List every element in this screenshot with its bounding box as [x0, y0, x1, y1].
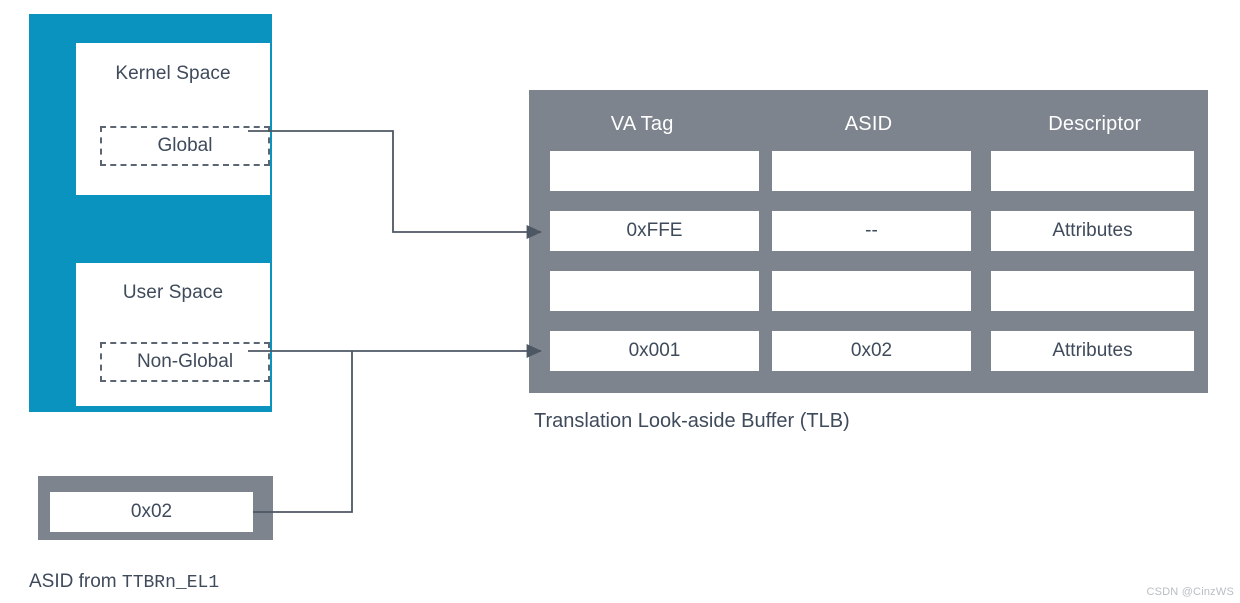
tlb-column-header-va-tag: VA Tag	[610, 113, 674, 135]
tlb-cell-descriptor	[991, 271, 1194, 311]
asid-caption-prefix: ASID from	[29, 571, 122, 592]
kernel-space-box: Kernel Space Global	[76, 43, 270, 195]
user-space-label: User Space	[122, 282, 224, 303]
kernel-space-label: Kernel Space	[115, 63, 231, 84]
diagram-canvas: Kernel Space Global User Space Non-Globa…	[0, 0, 1240, 603]
tlb-cell-asid: 0x02	[772, 331, 971, 371]
tlb-header-row: VA Tag ASID Descriptor	[529, 90, 1208, 151]
tlb-cell-descriptor: Attributes	[991, 211, 1194, 251]
tlb-cell-asid	[772, 271, 971, 311]
tlb-caption: Translation Look-aside Buffer (TLB)	[534, 410, 850, 432]
tlb-cell-asid: --	[772, 211, 971, 251]
asid-register-value: 0x02	[50, 492, 253, 532]
table-row	[529, 151, 1208, 191]
tlb-column-header-descriptor: Descriptor	[1048, 113, 1142, 135]
non-global-tag-box: Non-Global	[100, 342, 270, 382]
user-space-box: User Space Non-Global	[76, 263, 270, 406]
table-row: 0x001 0x02 Attributes	[529, 331, 1208, 371]
memory-space-block: Kernel Space Global User Space Non-Globa…	[29, 14, 272, 412]
tlb-cell-va-tag	[550, 151, 759, 191]
asid-register-caption: ASID from TTBRn_EL1	[29, 571, 219, 593]
tlb-cell-descriptor: Attributes	[991, 331, 1194, 371]
table-row	[529, 271, 1208, 311]
tlb-column-header-asid: ASID	[844, 113, 893, 135]
tlb-cell-descriptor	[991, 151, 1194, 191]
global-to-tlb-connector	[248, 130, 542, 240]
tlb-cell-va-tag: 0x001	[550, 331, 759, 371]
tlb-cell-va-tag: 0xFFE	[550, 211, 759, 251]
tlb-cell-va-tag	[550, 271, 759, 311]
table-row: 0xFFE -- Attributes	[529, 211, 1208, 251]
global-tag-box: Global	[100, 126, 270, 166]
global-tag-label: Global	[157, 135, 213, 156]
non-global-tag-label: Non-Global	[136, 351, 234, 372]
asid-caption-register-name: TTBRn_EL1	[121, 573, 220, 593]
tlb-cell-asid	[772, 151, 971, 191]
tlb-table: VA Tag ASID Descriptor 0xFFE -- Attribut…	[529, 90, 1208, 393]
watermark-label: CSDN @CinzWS	[1146, 586, 1234, 598]
asid-register-block: 0x02	[38, 476, 273, 540]
